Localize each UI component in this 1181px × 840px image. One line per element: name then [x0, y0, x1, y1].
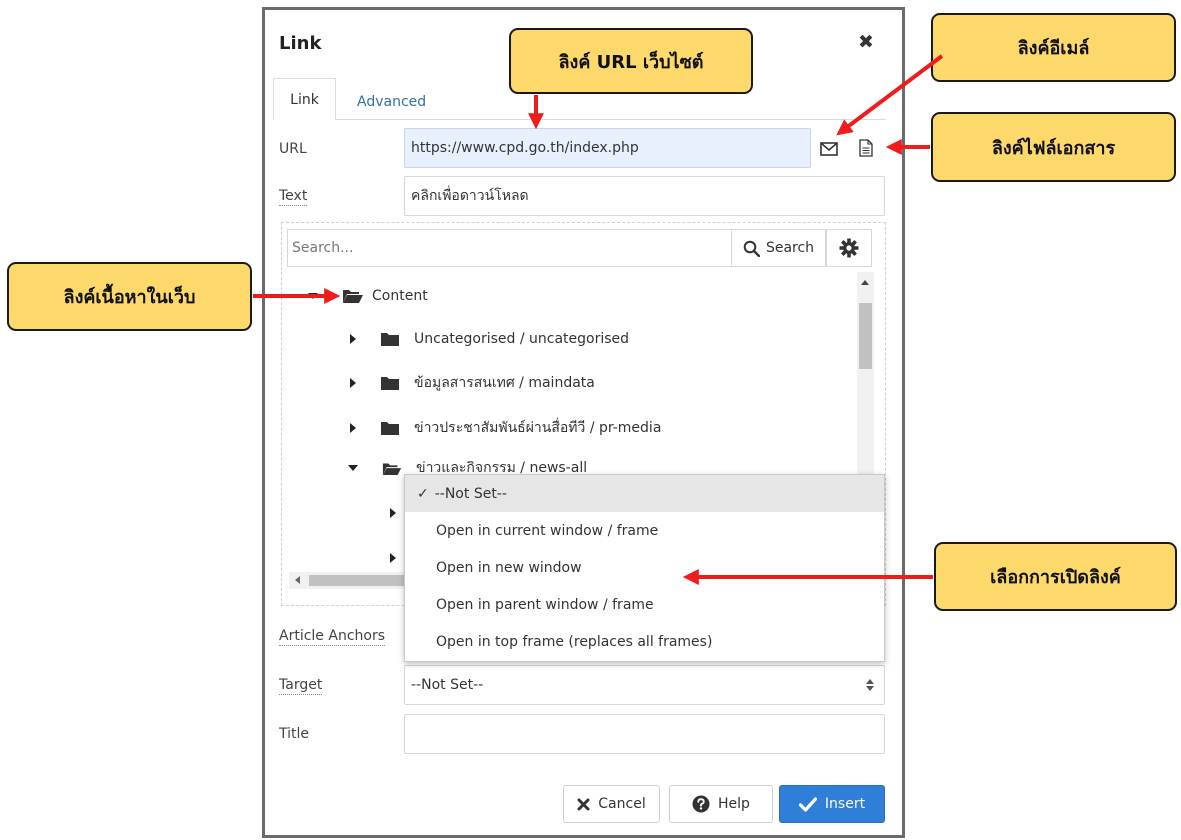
- article-anchors-label: Article Anchors: [279, 628, 385, 646]
- tree-item-expanded[interactable]: ข่าวและกิจกรรม / news-all: [348, 461, 587, 475]
- url-input[interactable]: https://www.cpd.go.th/index.php: [404, 128, 811, 168]
- caret-down-icon: [308, 293, 318, 299]
- target-select[interactable]: --Not Set--: [404, 665, 885, 705]
- dialog-title: Link: [279, 33, 322, 54]
- dropdown-option-label: --Not Set--: [434, 485, 507, 502]
- title-input[interactable]: [404, 714, 885, 754]
- tree-root[interactable]: Content: [308, 284, 428, 308]
- close-icon[interactable]: ✖: [858, 31, 874, 53]
- horizontal-scroll-thumb[interactable]: [309, 575, 404, 586]
- text-label: Text: [279, 188, 308, 206]
- insert-button-label: Insert: [824, 796, 866, 812]
- tree-item-label: ข่าวและกิจกรรม / news-all: [416, 461, 588, 475]
- help-button-label: Help: [718, 796, 750, 812]
- dropdown-option-not-set[interactable]: ✓ --Not Set--: [405, 475, 884, 512]
- tab-link[interactable]: Link: [273, 78, 336, 120]
- tree-root-label: Content: [372, 288, 428, 304]
- dropdown-option-new-window[interactable]: Open in new window: [405, 549, 884, 586]
- url-label: URL: [279, 141, 307, 157]
- dropdown-option-parent-window[interactable]: Open in parent window / frame: [405, 586, 884, 623]
- folder-icon: [381, 333, 399, 346]
- callout-url: ลิงค์ URL เว็บไซต์: [509, 28, 753, 94]
- scroll-up-icon[interactable]: [861, 280, 869, 285]
- check-icon: [798, 796, 817, 812]
- file-icon[interactable]: [855, 137, 877, 159]
- gear-icon: [839, 238, 859, 258]
- caret-right-icon: [350, 378, 356, 388]
- title-label: Title: [279, 726, 310, 742]
- tree-item-label: ข่าวประชาสัมพันธ์ผ่านสื่อทีวี / pr-media: [414, 420, 662, 436]
- tree-item[interactable]: ข่าวประชาสัมพันธ์ผ่านสื่อทีวี / pr-media: [350, 416, 661, 440]
- target-dropdown-menu: ✓ --Not Set-- Open in current window / fr…: [404, 474, 885, 662]
- folder-open-icon: [343, 290, 363, 303]
- tree-item-label: ข้อมูลสารสนเทศ / maindata: [414, 375, 595, 391]
- folder-icon: [381, 377, 399, 390]
- caret-right-icon[interactable]: [390, 553, 396, 563]
- scroll-left-icon[interactable]: [295, 576, 300, 584]
- tab-advanced[interactable]: Advanced: [357, 94, 426, 110]
- tree-item-label: Uncategorised / uncategorised: [414, 331, 630, 347]
- cancel-button-label: Cancel: [598, 796, 646, 812]
- callout-file: ลิงค์ไฟล์เอกสาร: [931, 112, 1176, 182]
- search-icon: [743, 240, 760, 257]
- caret-down-icon: [348, 465, 358, 471]
- search-button[interactable]: Search: [731, 229, 826, 267]
- dropdown-option-current-window[interactable]: Open in current window / frame: [405, 512, 884, 549]
- sort-icon: [866, 679, 874, 691]
- caret-right-icon[interactable]: [390, 508, 396, 518]
- callout-target: เลือกการเปิดลิงค์: [934, 542, 1177, 611]
- cancel-button[interactable]: Cancel: [563, 785, 660, 823]
- tree-item[interactable]: ข้อมูลสารสนเทศ / maindata: [350, 371, 595, 395]
- vertical-scroll-thumb[interactable]: [859, 303, 872, 369]
- help-button[interactable]: Help: [669, 785, 773, 823]
- tab-divider: [273, 119, 886, 120]
- folder-icon: [381, 422, 399, 435]
- x-icon: [577, 798, 590, 810]
- dropdown-option-top-frame[interactable]: Open in top frame (replaces all frames): [405, 623, 884, 660]
- target-label: Target: [279, 677, 323, 695]
- folder-open-icon: [382, 463, 402, 475]
- search-button-label: Search: [765, 240, 815, 256]
- caret-right-icon: [350, 423, 356, 433]
- tab-link-label: Link: [290, 91, 319, 108]
- mail-icon[interactable]: [818, 138, 840, 160]
- target-select-value: --Not Set--: [411, 677, 484, 693]
- settings-button[interactable]: [826, 229, 872, 267]
- caret-right-icon: [350, 334, 356, 344]
- tree-item[interactable]: Uncategorised / uncategorised: [350, 327, 629, 351]
- check-icon: ✓: [417, 485, 429, 502]
- search-input[interactable]: Search...: [287, 229, 731, 267]
- text-input[interactable]: คลิกเพื่อดาวน์โหลด: [404, 176, 885, 216]
- callout-email: ลิงค์อีเมล์: [931, 13, 1176, 82]
- insert-button[interactable]: Insert: [779, 785, 885, 823]
- question-circle-icon: [692, 795, 710, 813]
- callout-content: ลิงค์เนื้อหาในเว็บ: [7, 262, 252, 331]
